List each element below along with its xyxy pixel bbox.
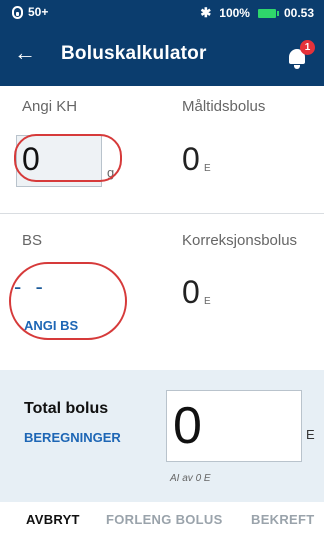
total-bolus-unit: E [306,427,315,442]
bell-clapper [294,65,300,69]
correction-bolus-label: Korreksjonsbolus [182,232,298,249]
status-right: ✱ 100% 00.53 [200,5,314,21]
page-title: Boluskalkulator [61,43,207,64]
battery-icon [257,8,279,18]
carbs-label: Angi KH [22,98,78,115]
total-bolus-label: Total bolus [24,400,109,417]
confirm-button[interactable]: BEKREFT [251,512,315,527]
notification-badge: 1 [300,40,315,55]
battery-percent: 100% [219,6,250,20]
status-left: 50+ [12,5,48,19]
cancel-button[interactable]: AVBRYT [26,512,80,527]
carbs-unit: g [107,165,115,180]
section-divider [0,213,324,214]
meal-bolus-value: 0 [182,141,200,177]
calculations-button[interactable]: BEREGNINGER [24,430,121,445]
status-bar: 50+ ✱ 100% 00.53 [0,0,324,24]
enter-bg-button[interactable]: ANGI BS [24,318,78,333]
back-arrow-icon[interactable]: ← [14,39,36,67]
correction-bolus-value: 0 [182,274,200,310]
app-header: ← Boluskalkulator 1 [0,24,324,86]
bluetooth-icon: ✱ [200,5,212,20]
total-bolus-value[interactable]: 0 [173,395,202,457]
meal-bolus-unit: E [204,163,211,174]
status-time: 00.53 [283,6,314,20]
bg-value: - - [14,274,47,299]
meal-bolus-label: Måltidsbolus [182,98,266,115]
extend-bolus-button[interactable]: FORLENG BOLUS [106,512,223,527]
status-left-text: 50+ [28,5,49,19]
carbs-value[interactable]: 0 [22,141,40,178]
pod-icon [12,5,23,19]
correction-bolus-unit: E [204,296,211,307]
notification-bell-icon[interactable]: 1 [286,40,315,69]
insulin-on-board-note: AI av 0 E [170,473,211,484]
bg-label: BS [22,232,43,249]
